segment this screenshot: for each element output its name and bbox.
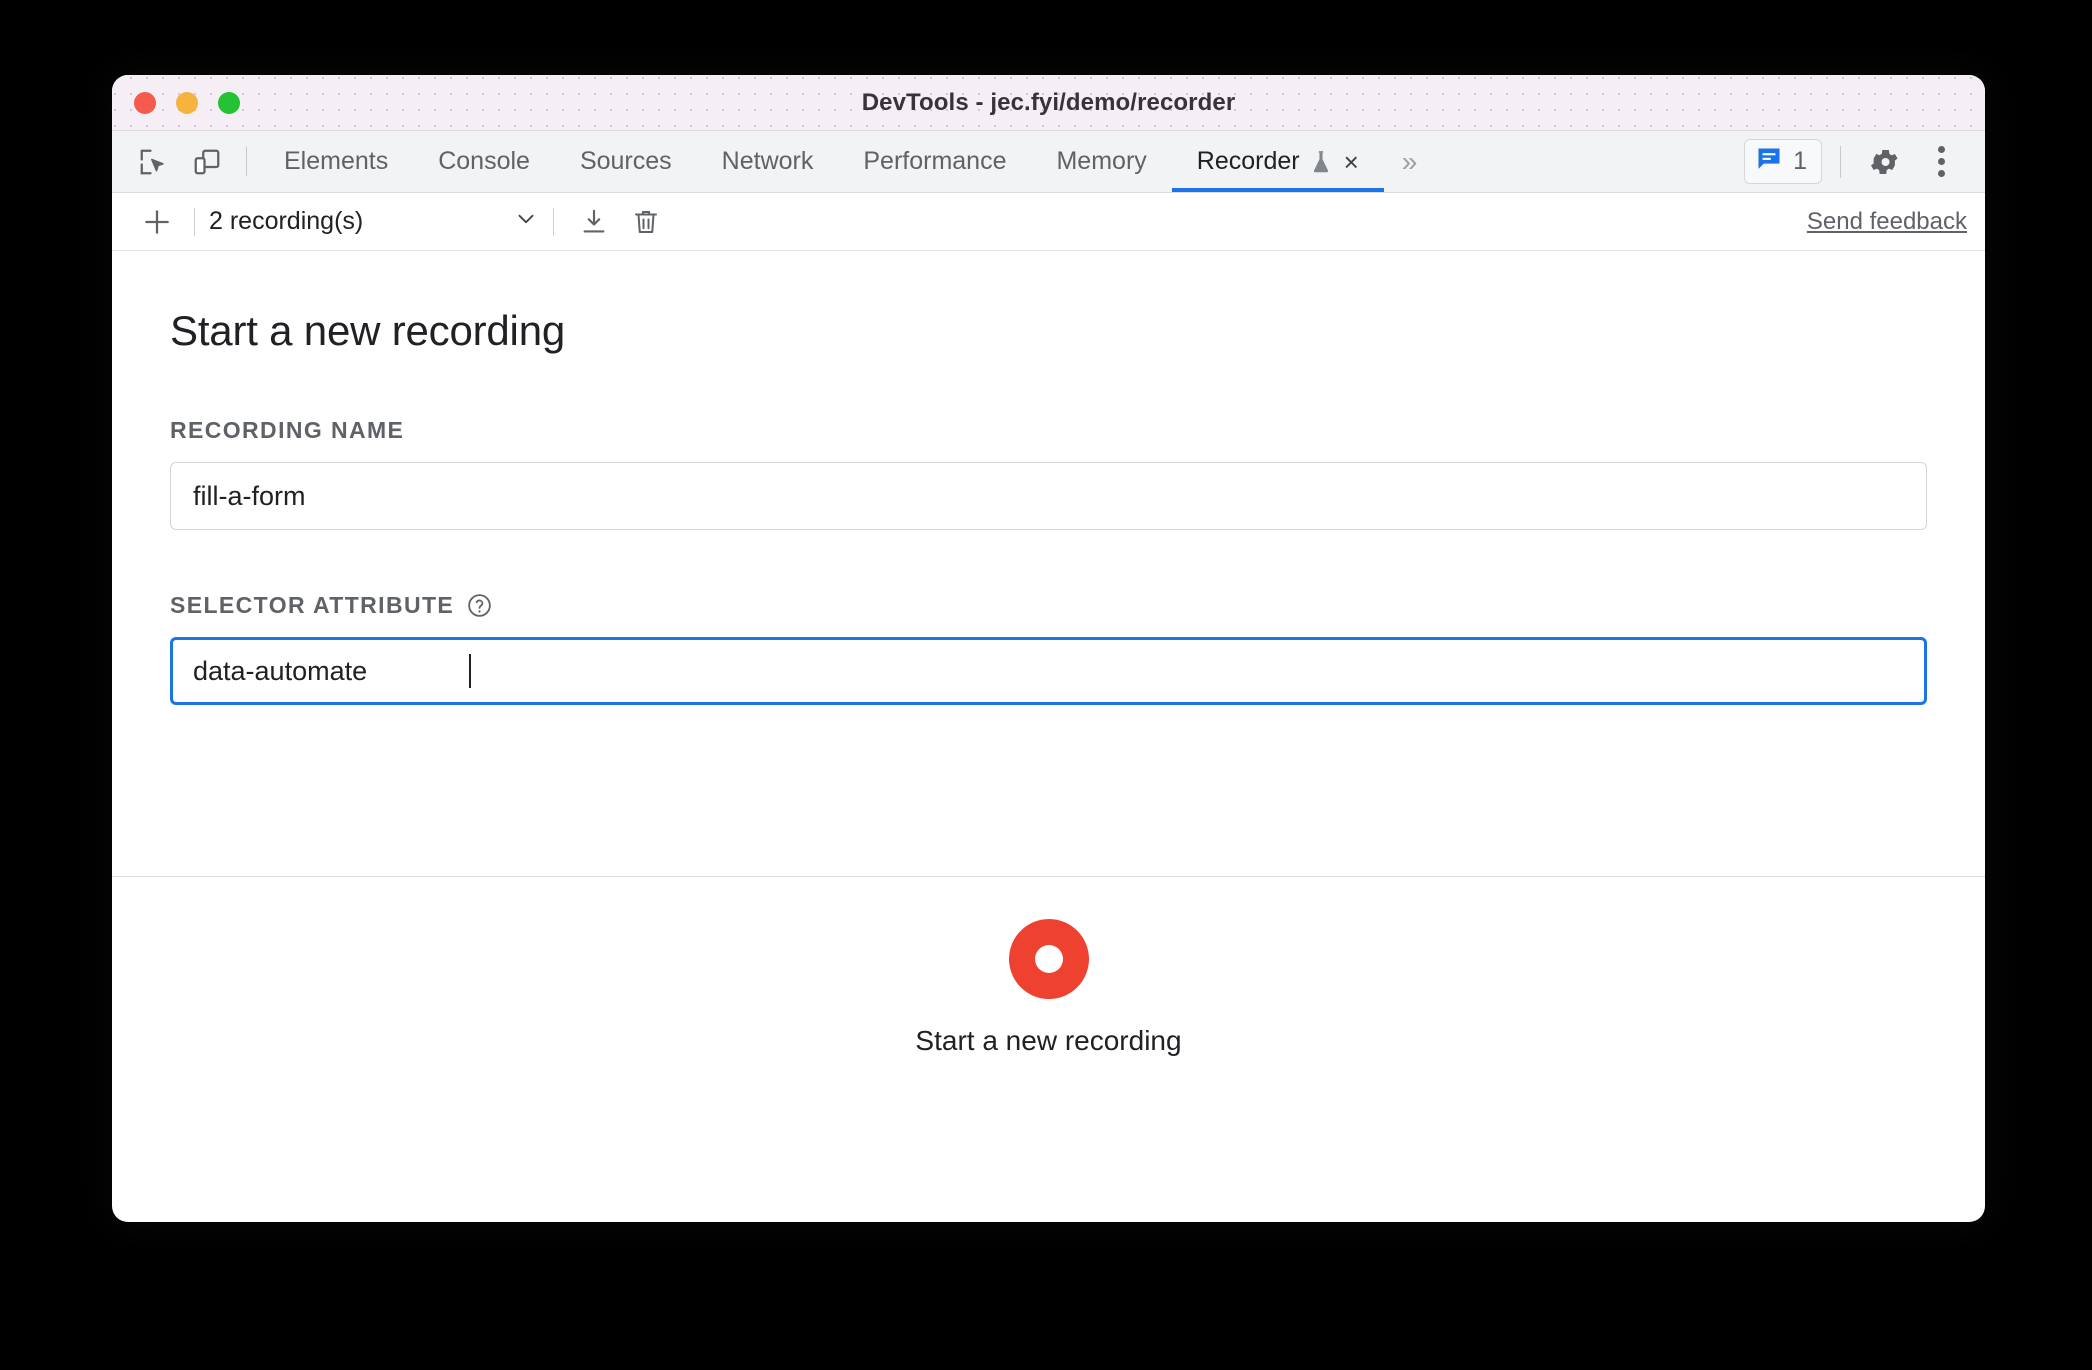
selector-attribute-input[interactable] [170,637,1927,705]
selector-attribute-input-wrap [170,619,1927,705]
tab-label: Console [438,147,530,175]
tab-network[interactable]: Network [697,131,839,192]
tab-label: Performance [863,147,1007,175]
window-title: DevTools - jec.fyi/demo/recorder [861,88,1236,116]
toolbar-divider-2 [553,207,554,236]
delete-recording-button[interactable] [620,207,672,237]
tab-performance[interactable]: Performance [838,131,1031,192]
tab-elements[interactable]: Elements [259,131,413,192]
add-recording-button[interactable] [134,206,180,238]
close-tab-icon[interactable]: × [1342,149,1359,175]
tabbar-actions: 1 [1744,131,1985,192]
toolbar-divider [246,147,247,176]
tab-label: Recorder [1196,147,1300,175]
recorder-main: Start a new recording RECORDING NAME SEL… [112,251,1985,876]
page-title: Start a new recording [170,307,566,354]
selector-attribute-label-text: SELECTOR ATTRIBUTE [170,592,455,618]
tab-label: Elements [284,147,389,175]
panel-tabs: Elements Console Sources Network Perform… [259,131,1384,192]
tab-label: Memory [1056,147,1147,175]
devtools-tabbar: Elements Console Sources Network Perform… [112,131,1985,193]
message-count: 1 [1793,147,1807,175]
record-icon [1034,944,1063,973]
tab-label: Sources [579,147,672,175]
kebab-menu-icon[interactable] [1915,136,1967,188]
selector-attribute-field: SELECTOR ATTRIBUTE [170,592,1927,705]
start-recording-label: Start a new recording [915,1024,1182,1056]
maximize-window-button[interactable] [218,91,240,114]
traffic-lights [134,91,240,114]
help-circle-icon[interactable] [466,592,493,619]
toolbar-divider-1 [194,207,195,236]
send-feedback-link[interactable]: Send feedback [1807,208,1967,236]
close-window-button[interactable] [134,91,156,114]
window-titlebar: DevTools - jec.fyi/demo/recorder [112,75,1985,131]
message-icon [1755,145,1783,178]
actions-divider [1840,145,1841,178]
recording-name-label-text: RECORDING NAME [170,417,405,443]
recording-name-label: RECORDING NAME [170,417,1927,444]
screen-background: DevTools - jec.fyi/demo/recorder Element… [0,0,2092,1370]
recording-name-field: RECORDING NAME [170,417,1927,530]
gear-icon[interactable] [1859,136,1911,188]
tab-memory[interactable]: Memory [1031,131,1171,192]
recordings-count-label: 2 recording(s) [209,207,364,235]
inspect-element-icon[interactable] [126,131,180,192]
tab-sources[interactable]: Sources [555,131,697,192]
more-tabs-icon[interactable]: » [1384,131,1436,192]
minimize-window-button[interactable] [176,91,198,114]
devtools-window: DevTools - jec.fyi/demo/recorder Element… [112,75,1985,1222]
console-messages-badge[interactable]: 1 [1744,139,1822,184]
start-recording-button[interactable] [1008,918,1089,999]
chevron-down-icon [513,206,539,237]
tab-recorder[interactable]: Recorder × [1171,131,1384,192]
text-cursor [469,654,471,688]
device-toolbar-icon[interactable] [180,131,234,192]
recorder-footer: Start a new recording [112,876,1985,1098]
recordings-dropdown[interactable]: 2 recording(s) [209,206,539,237]
flask-icon [1310,149,1332,175]
tab-label: Network [721,147,814,175]
recorder-toolbar: 2 recording(s) Send feedback [112,193,1985,251]
recording-name-input[interactable] [170,462,1927,530]
tab-console[interactable]: Console [413,131,555,192]
selector-attribute-label: SELECTOR ATTRIBUTE [170,592,1927,619]
export-recording-button[interactable] [568,207,620,237]
